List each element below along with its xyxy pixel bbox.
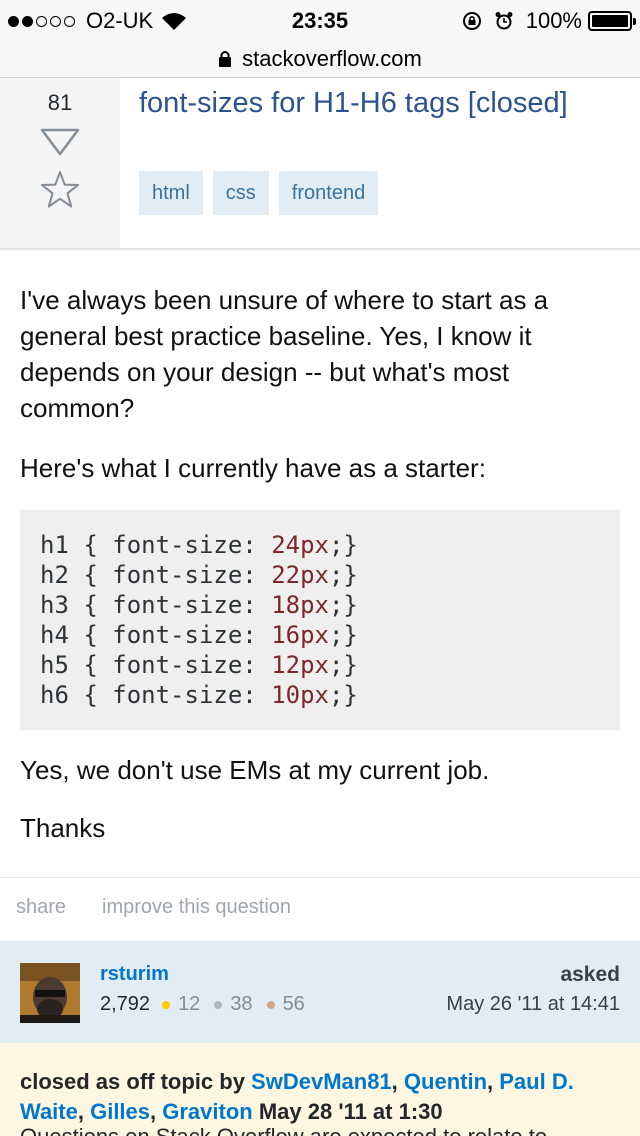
closer-link-swdevman81[interactable]: SwDevMan81 [251, 1069, 392, 1094]
code-line: h6 { font-size: 10px;} [40, 681, 358, 709]
question-paragraph-3: Yes, we don't use EMs at my current job. [20, 755, 490, 785]
vote-cell: 81 [0, 78, 120, 248]
reputation: 2,792 12 38 56 [100, 993, 319, 1016]
code-line: h4 { font-size: 16px;} [40, 621, 358, 649]
avatar[interactable] [20, 963, 80, 1023]
question-paragraph-1: I've always been unsure of where to star… [20, 285, 549, 423]
tag-frontend[interactable]: frontend [278, 171, 379, 215]
silver-badge-icon [214, 1000, 223, 1009]
closed-notice-reason: Questions on Stack Overflow are expected… [20, 1124, 547, 1136]
question-title[interactable]: font-sizes for H1-H6 tags [closed] [139, 84, 619, 122]
reputation-score: 2,792 [100, 993, 151, 1015]
post-menu: share improve this question [16, 896, 327, 919]
gold-badge-count: 12 [178, 993, 201, 1015]
username-link[interactable]: rsturim [100, 963, 169, 986]
code-line: h2 { font-size: 22px;} [40, 561, 358, 589]
asked-time[interactable]: May 26 '11 at 14:41 [446, 993, 620, 1016]
url-bar[interactable]: stackoverflow.com [0, 40, 640, 78]
battery-percent: 100% [525, 8, 582, 33]
vote-count: 81 [47, 90, 73, 115]
code-block: h1 { font-size: 24px;} h2 { font-size: 2… [20, 510, 620, 730]
divider [0, 877, 640, 878]
url-domain: stackoverflow.com [242, 45, 422, 71]
code-line: h5 { font-size: 12px;} [40, 651, 358, 679]
rotation-lock-icon [462, 12, 481, 30]
improve-question-link[interactable]: improve this question [102, 896, 291, 919]
asked-label: asked [560, 963, 620, 986]
question-header: 81 font-sizes for H1-H6 tags [closed] ht… [0, 78, 640, 250]
question-paragraph-4: Thanks [20, 813, 106, 843]
code-line: h1 { font-size: 24px;} [40, 531, 358, 559]
question-paragraph-2: Here's what I currently have as a starte… [20, 453, 486, 483]
lock-icon [219, 51, 232, 67]
status-right: 100% [462, 8, 636, 34]
closed-date: May 28 '11 at 1:30 [258, 1099, 443, 1124]
closed-notice: closed as off topic by SwDevMan81, Quent… [0, 1043, 640, 1136]
bronze-badge-count: 56 [282, 993, 305, 1015]
status-bar: O2-UK 23:35 100% [0, 0, 640, 40]
closed-prefix: closed as off topic by [20, 1069, 252, 1094]
bronze-badge-icon [266, 1000, 275, 1009]
share-link[interactable]: share [16, 896, 66, 919]
closer-link-gilles[interactable]: Gilles [90, 1099, 150, 1124]
vote-down-icon[interactable] [40, 128, 80, 156]
user-card: rsturim 2,792 12 38 56 asked May 26 '11 … [0, 941, 640, 1043]
silver-badge-count: 38 [230, 993, 253, 1015]
code-line: h3 { font-size: 18px;} [40, 591, 358, 619]
tag-list: html css frontend [139, 171, 388, 215]
closer-link-quentin[interactable]: Quentin [404, 1069, 487, 1094]
tag-css[interactable]: css [212, 171, 269, 215]
alarm-icon [495, 12, 513, 30]
gold-badge-icon [162, 1000, 171, 1009]
favorite-star-icon[interactable] [40, 170, 80, 210]
closer-link-graviton[interactable]: Graviton [162, 1099, 252, 1124]
battery-icon [588, 11, 636, 31]
tag-html[interactable]: html [139, 171, 203, 215]
